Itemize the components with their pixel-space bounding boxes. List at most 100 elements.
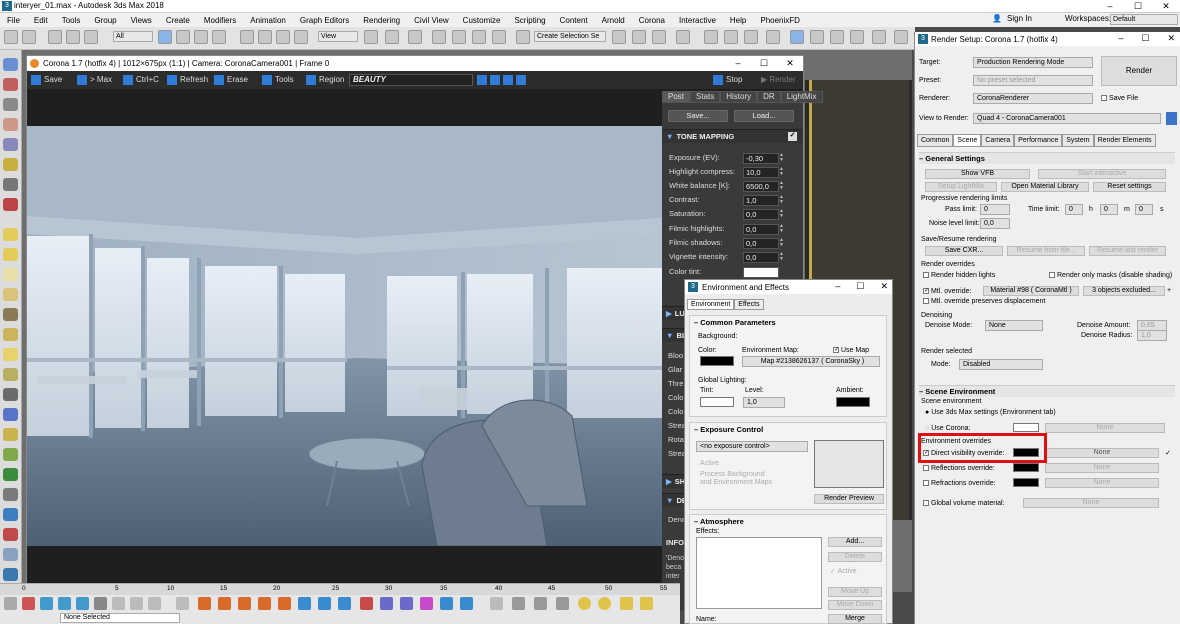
white-balance-input[interactable]: 6500,0 [743, 181, 779, 192]
corona-tool-icon[interactable] [3, 228, 18, 241]
filmic-shadows-input[interactable]: 0,0 [743, 238, 779, 249]
droplet-icon[interactable] [338, 597, 351, 610]
menu-phoenixfd[interactable]: PhoenixFD [753, 16, 807, 25]
common-parameters-header[interactable]: – Common Parameters [690, 316, 886, 329]
menu-customize[interactable]: Customize [456, 16, 508, 25]
rs-minimize-button[interactable]: – [1118, 33, 1123, 44]
corona-tool-icon[interactable] [3, 308, 18, 321]
light-icon[interactable] [640, 597, 653, 610]
vfb-copy-button[interactable]: Ctrl+C [123, 74, 159, 86]
env-map-button[interactable]: Map #2138626137 ( CoronaSky ) [742, 356, 880, 367]
tab-system[interactable]: System [1062, 134, 1094, 147]
tab-camera[interactable]: Camera [981, 134, 1015, 147]
active-checkbox[interactable]: Active [700, 460, 719, 467]
spinner-icon[interactable]: ▲ ▼ [779, 181, 785, 192]
tab-environment[interactable]: Environment [687, 299, 735, 310]
corona-tool-icon[interactable] [3, 138, 18, 151]
a360-gallery-icon[interactable] [872, 30, 886, 44]
highlight-compress-input[interactable]: 10,0 [743, 167, 779, 178]
active-effect-checkbox[interactable]: ✓ Active [830, 567, 857, 575]
fire-icon[interactable] [198, 597, 211, 610]
vignette-input[interactable]: 0,0 [743, 252, 779, 263]
override-material-button[interactable]: Material #98 ( CoronaMtl ) [983, 286, 1079, 296]
maxscript-icon[interactable] [4, 597, 17, 610]
curve-editor-icon[interactable] [724, 30, 738, 44]
vfb-minimize-button[interactable]: – [725, 56, 751, 71]
mtl-displacement-checkbox[interactable]: Mtl. override preserves displacement [923, 298, 1045, 305]
general-settings-header[interactable]: – General Settings [919, 152, 1175, 164]
menu-interactive[interactable]: Interactive [672, 16, 723, 25]
vfb-close-button[interactable]: ✕ [777, 56, 803, 71]
corona-env-swatch[interactable] [1013, 423, 1039, 432]
tool-icon[interactable] [58, 597, 71, 610]
resume-from-file-button[interactable]: Resume from file... [1007, 246, 1085, 256]
menu-modifiers[interactable]: Modifiers [197, 16, 243, 25]
workspace-dropdown[interactable]: Default [1110, 14, 1178, 25]
reflections-override-checkbox[interactable]: Reflections override: [923, 465, 995, 472]
vfb-save-button[interactable]: Save [31, 74, 62, 86]
vfb-maximize-button[interactable]: ☐ [751, 56, 777, 71]
menu-scripting[interactable]: Scripting [507, 16, 552, 25]
spinner-icon[interactable]: ▲ ▼ [779, 238, 785, 249]
env-maximize-button[interactable]: ☐ [856, 281, 864, 292]
merge-button[interactable]: Merge [828, 614, 882, 624]
rs-close-button[interactable]: ✕ [1167, 33, 1175, 44]
time-hours-input[interactable]: 0 [1065, 204, 1083, 215]
select-object-icon[interactable] [158, 30, 172, 44]
lock-icon[interactable] [1166, 112, 1177, 125]
timeline[interactable]: 0 5 10 15 20 25 30 35 40 45 50 55 [0, 583, 680, 595]
corona-tool-icon[interactable] [3, 568, 18, 581]
tool-icon[interactable] [490, 597, 503, 610]
scene-explorer-icon[interactable] [894, 30, 908, 44]
spinner-icon[interactable]: ▲ ▼ [779, 224, 785, 235]
tool-icon[interactable] [380, 597, 393, 610]
corona-tool-icon[interactable] [3, 248, 18, 261]
show-vfb-button[interactable]: Show VFB [925, 169, 1030, 179]
menu-views[interactable]: Views [124, 16, 159, 25]
resume-last-button[interactable]: Resume last render [1089, 246, 1166, 256]
play-icon[interactable] [112, 597, 125, 610]
fire-icon[interactable] [278, 597, 291, 610]
menu-rendering[interactable]: Rendering [356, 16, 407, 25]
key-icon[interactable] [176, 597, 189, 610]
quick-align-icon[interactable] [652, 30, 666, 44]
tool-icon[interactable] [556, 597, 569, 610]
post-save-button[interactable]: Save... [668, 110, 728, 122]
save-file-checkbox[interactable]: Save File [1101, 95, 1138, 102]
scale-icon[interactable] [276, 30, 290, 44]
scene-environment-header[interactable]: – Scene Environment [919, 385, 1175, 397]
menu-group[interactable]: Group [87, 16, 123, 25]
corona-tool-icon[interactable] [3, 268, 18, 281]
vfb-region-button[interactable]: Region [306, 74, 344, 86]
light-icon[interactable] [620, 597, 633, 610]
move-up-button[interactable]: Move Up [828, 587, 882, 597]
zoom-fit-icon[interactable] [503, 74, 513, 85]
edit-named-selection-icon[interactable] [516, 30, 530, 44]
align-icon[interactable] [632, 30, 646, 44]
fire-icon[interactable] [218, 597, 231, 610]
render-preview-button[interactable]: Render Preview [814, 494, 884, 504]
move-icon[interactable] [240, 30, 254, 44]
corona-tool-icon[interactable] [3, 528, 18, 541]
rectangular-selection-icon[interactable] [194, 30, 208, 44]
material-editor-icon[interactable] [766, 30, 780, 44]
render-setup-icon[interactable] [790, 30, 804, 44]
tint-swatch[interactable] [700, 397, 734, 407]
corona-tool-icon[interactable] [3, 548, 18, 561]
snap-toggle-icon[interactable] [432, 30, 446, 44]
sign-in-button[interactable]: Sign In [1000, 14, 1039, 23]
render-selected-mode-dropdown[interactable]: Disabled [959, 359, 1043, 370]
filmic-highlights-input[interactable]: 0,0 [743, 224, 779, 235]
rendered-frame-window-icon[interactable] [810, 30, 824, 44]
pivot-icon[interactable] [364, 30, 378, 44]
process-background-checkbox[interactable]: Process Background and Environment Maps [700, 471, 772, 487]
render-button[interactable]: Render [1101, 56, 1177, 86]
bg-color-swatch[interactable] [700, 356, 734, 366]
droplet-icon[interactable] [318, 597, 331, 610]
tab-render-elements[interactable]: Render Elements [1093, 134, 1156, 147]
setup-lightmix-button[interactable]: Setup LightMix [925, 182, 997, 192]
corona-tool-icon[interactable] [3, 508, 18, 521]
corona-tool-icon[interactable] [3, 98, 18, 111]
post-load-button[interactable]: Load... [734, 110, 794, 122]
corona-tool-icon[interactable] [3, 118, 18, 131]
